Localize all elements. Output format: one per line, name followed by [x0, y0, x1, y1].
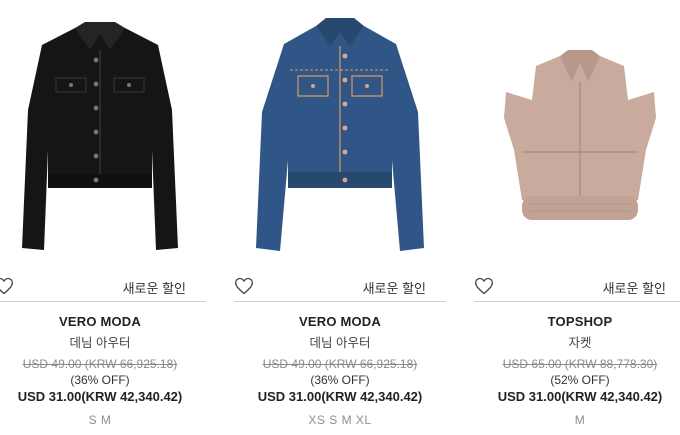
product-brand[interactable]: TOPSHOP — [460, 314, 680, 329]
product-image-black-denim-jacket[interactable] — [0, 0, 220, 262]
denim-jacket-illustration — [256, 18, 424, 251]
heart-outline-icon[interactable] — [0, 276, 14, 296]
discount-percent: (52% OFF) — [550, 373, 610, 387]
product-image-blue-denim-jacket[interactable] — [220, 0, 460, 262]
product-info: TOPSHOP 자켓 USD 65.00 (KRW 88,778.30) (52… — [460, 314, 680, 427]
heart-outline-icon[interactable] — [474, 276, 494, 296]
divider — [0, 301, 206, 302]
product-card[interactable]: 새로운 할인 VERO MODA 데님 아우터 USD 49.00 (KRW 6… — [220, 0, 460, 435]
sale-price: USD 31.00(KRW 42,340.42) — [17, 389, 183, 404]
divider — [234, 301, 446, 302]
product-action-row: 새로운 할인 — [0, 270, 220, 302]
product-image-tan-cropped-vest[interactable] — [460, 0, 680, 262]
available-sizes: XS S M XL — [308, 413, 372, 427]
product-info: VERO MODA 데님 아우터 USD 49.00 (KRW 66,925.1… — [220, 314, 460, 427]
product-category: 데님 아우터 — [69, 336, 131, 350]
black-jacket-illustration — [22, 22, 178, 250]
product-info: VERO MODA 데님 아우터 USD 49.00 (KRW 66,925.1… — [0, 314, 220, 427]
product-brand[interactable]: VERO MODA — [0, 314, 220, 329]
new-sale-label[interactable]: 새로운 할인 — [123, 278, 186, 297]
product-card[interactable]: 새로운 할인 VERO MODA 데님 아우터 USD 49.00 (KRW 6… — [0, 0, 220, 435]
product-card[interactable]: 새로운 할인 TOPSHOP 자켓 USD 65.00 (KRW 88,778.… — [460, 0, 680, 435]
tan-vest-illustration — [504, 50, 656, 220]
heart-outline-icon[interactable] — [234, 276, 254, 296]
product-action-row: 새로운 할인 — [460, 270, 680, 302]
new-sale-label[interactable]: 새로운 할인 — [363, 278, 426, 297]
discount-percent: (36% OFF) — [310, 373, 370, 387]
available-sizes: M — [574, 413, 586, 427]
product-action-row: 새로운 할인 — [220, 270, 460, 302]
product-category: 데님 아우터 — [309, 336, 371, 350]
divider — [474, 301, 680, 302]
original-price: USD 65.00 (KRW 88,778.30) — [502, 357, 658, 371]
original-price: USD 49.00 (KRW 66,925.18) — [262, 357, 418, 371]
original-price: USD 49.00 (KRW 66,925.18) — [22, 357, 178, 371]
new-sale-label[interactable]: 새로운 할인 — [603, 278, 666, 297]
discount-percent: (36% OFF) — [70, 373, 130, 387]
product-category: 자켓 — [568, 336, 592, 350]
available-sizes: S M — [88, 413, 112, 427]
product-brand[interactable]: VERO MODA — [220, 314, 460, 329]
sale-price: USD 31.00(KRW 42,340.42) — [497, 389, 663, 404]
sale-price: USD 31.00(KRW 42,340.42) — [257, 389, 423, 404]
